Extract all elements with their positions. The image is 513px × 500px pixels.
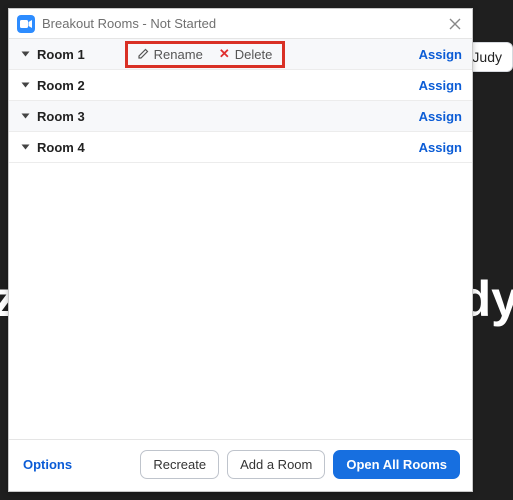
open-all-rooms-button[interactable]: Open All Rooms xyxy=(333,450,460,479)
options-button[interactable]: Options xyxy=(23,457,72,472)
room-name: Room 3 xyxy=(37,109,85,124)
room-actions-highlight: Rename ✕ Delete xyxy=(125,41,286,68)
room-row[interactable]: Room 1 Rename ✕ Delete Assign xyxy=(9,39,472,70)
close-icon xyxy=(449,18,461,30)
rooms-list: Room 1 Rename ✕ Delete Assign Room 2 xyxy=(9,39,472,439)
breakout-rooms-dialog: Breakout Rooms - Not Started Room 1 Rena… xyxy=(8,8,473,492)
chevron-down-icon[interactable] xyxy=(22,83,30,88)
chevron-down-icon[interactable] xyxy=(22,52,30,57)
chevron-down-icon[interactable] xyxy=(22,114,30,119)
dialog-title: Breakout Rooms - Not Started xyxy=(42,16,439,31)
participant-name: Judy xyxy=(472,49,502,65)
room-row[interactable]: Room 2 Assign xyxy=(9,70,472,101)
room-name: Room 4 xyxy=(37,140,85,155)
room-row[interactable]: Room 3 Assign xyxy=(9,101,472,132)
room-row[interactable]: Room 4 Assign xyxy=(9,132,472,163)
assign-button[interactable]: Assign xyxy=(419,109,462,124)
chevron-down-icon[interactable] xyxy=(22,145,30,150)
room-name: Room 1 xyxy=(37,47,85,62)
assign-button[interactable]: Assign xyxy=(419,78,462,93)
dialog-titlebar: Breakout Rooms - Not Started xyxy=(9,9,472,39)
delete-label: Delete xyxy=(235,47,273,62)
assign-button[interactable]: Assign xyxy=(419,140,462,155)
recreate-button[interactable]: Recreate xyxy=(140,450,219,479)
rename-label: Rename xyxy=(154,47,203,62)
delete-button[interactable]: ✕ Delete xyxy=(219,46,272,62)
add-room-button[interactable]: Add a Room xyxy=(227,450,325,479)
rename-button[interactable]: Rename xyxy=(138,47,203,62)
close-button[interactable] xyxy=(446,15,464,33)
room-name: Room 2 xyxy=(37,78,85,93)
assign-button[interactable]: Assign xyxy=(419,47,462,62)
dialog-footer: Options Recreate Add a Room Open All Roo… xyxy=(9,439,472,491)
pencil-icon xyxy=(138,47,149,62)
delete-x-icon: ✕ xyxy=(219,46,230,62)
zoom-logo-icon xyxy=(17,15,35,33)
